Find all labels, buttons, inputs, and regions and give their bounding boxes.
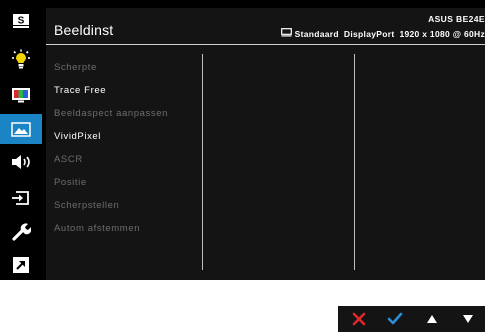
header-divider xyxy=(46,44,485,45)
sidebar: S xyxy=(0,0,42,280)
column-divider-2 xyxy=(354,54,355,270)
image-icon[interactable] xyxy=(0,114,42,144)
menu-item-ascr: ASCR xyxy=(54,154,83,165)
splendid-icon-label: S xyxy=(18,16,25,27)
up-arrow-icon xyxy=(427,315,437,323)
up-button[interactable] xyxy=(415,306,449,332)
input-source: DisplayPort xyxy=(343,28,395,39)
osd-window: S Beeldinst ASUS BE24E Standaard Display… xyxy=(0,0,485,280)
blue-light-filter-icon[interactable] xyxy=(5,47,37,73)
down-button[interactable] xyxy=(451,306,485,332)
menu-item-autom-afstemmen: Autom afstemmen xyxy=(54,223,141,234)
monitor-icon xyxy=(280,28,292,39)
image-menu: Scherpte Trace Free Beeldaspect aanpasse… xyxy=(54,56,168,240)
nav-bar xyxy=(338,306,485,332)
menu-item-vividpixel[interactable]: VividPixel xyxy=(54,125,168,148)
close-icon xyxy=(352,312,366,326)
down-arrow-icon xyxy=(463,315,473,323)
menu-item-beeldaspect: Beeldaspect aanpassen xyxy=(54,108,169,119)
color-icon[interactable] xyxy=(5,82,37,108)
column-divider-1 xyxy=(202,54,203,270)
splendid-icon[interactable]: S xyxy=(5,8,37,34)
status-line: Standaard DisplayPort 1920 x 1080 @ 60Hz xyxy=(280,28,485,39)
resolution: 1920 x 1080 @ 60Hz xyxy=(399,28,485,39)
menu-item-positie: Positie xyxy=(54,177,87,188)
menu-item-scherpstellen: Scherpstellen xyxy=(54,200,120,211)
close-button[interactable] xyxy=(342,306,376,332)
menu-item-trace-free[interactable]: Trace Free xyxy=(54,79,168,102)
system-setup-icon[interactable] xyxy=(5,219,37,245)
confirm-button[interactable] xyxy=(378,306,412,332)
page-title: Beeldinst xyxy=(54,22,114,38)
check-icon xyxy=(387,312,403,325)
color-mode: Standaard xyxy=(294,28,339,39)
model-name: ASUS BE24E xyxy=(428,14,485,24)
main-panel: Beeldinst ASUS BE24E Standaard DisplayPo… xyxy=(46,8,485,280)
menu-item-scherpte: Scherpte xyxy=(54,62,97,73)
header: Beeldinst ASUS BE24E Standaard DisplayPo… xyxy=(46,8,485,44)
shortcut-icon[interactable] xyxy=(5,252,37,278)
sound-icon[interactable] xyxy=(5,149,37,175)
input-select-icon[interactable] xyxy=(5,185,37,211)
